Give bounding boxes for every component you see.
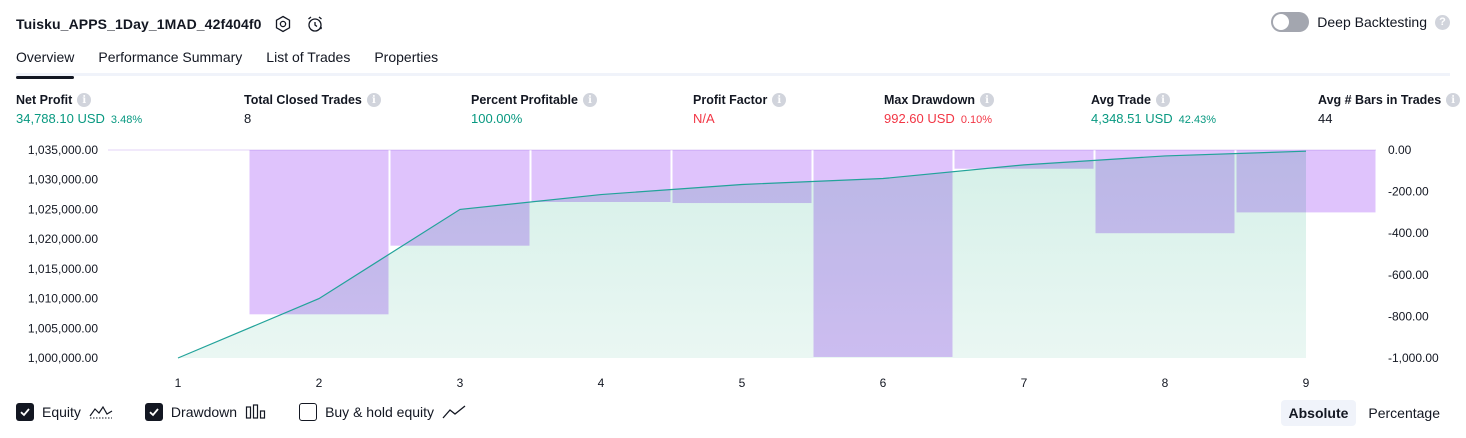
x-axis-tick-label: 9 xyxy=(1303,376,1310,390)
equity-wave-icon xyxy=(89,404,113,420)
absolute-button[interactable]: Absolute xyxy=(1280,400,1357,426)
mode-switch: Absolute Percentage xyxy=(1280,400,1449,426)
right-axis-tick-label: -200.00 xyxy=(1388,185,1429,199)
drawdown-checkbox[interactable] xyxy=(144,403,163,421)
info-icon[interactable]: i xyxy=(980,93,994,107)
info-icon[interactable]: i xyxy=(1155,93,1170,107)
settings-icon[interactable] xyxy=(272,13,294,35)
metric-sub-value: 3.48% xyxy=(110,114,143,126)
right-axis-tick-label: -800.00 xyxy=(1388,309,1429,323)
metric-label: Max Drawdown xyxy=(884,93,975,107)
deep-backtesting-toggle[interactable] xyxy=(1271,12,1310,32)
metric-avg-trade: Avg Trade i 4,348.51 USD 42.43% xyxy=(1091,93,1216,126)
metric-sub-value: 0.10% xyxy=(960,114,993,126)
legend-drawdown[interactable]: Drawdown xyxy=(144,403,267,421)
right-axis-tick-label: -1,000.00 xyxy=(1388,351,1439,365)
x-axis-tick-label: 5 xyxy=(739,376,746,390)
metric-label: Total Closed Trades xyxy=(244,93,362,107)
x-axis-tick-label: 3 xyxy=(457,376,464,390)
drawdown-bar xyxy=(672,150,812,204)
info-icon[interactable]: i xyxy=(772,93,787,107)
drawdown-bar xyxy=(954,150,1094,169)
legend-label: Drawdown xyxy=(170,404,238,420)
info-icon[interactable]: i xyxy=(366,93,381,107)
metric-profit-factor: Profit Factor i N/A xyxy=(693,93,787,126)
metric-sub-value: 42.43% xyxy=(1178,114,1216,126)
metric-value: 44 xyxy=(1318,111,1333,126)
equity-checkbox[interactable] xyxy=(16,403,34,421)
buy-hold-checkbox[interactable] xyxy=(299,403,318,421)
strategy-header: Tuisku_APPS_1Day_1MAD_42f404f0 xyxy=(16,10,326,38)
info-icon[interactable]: i xyxy=(582,93,597,107)
legend-equity[interactable]: Equity xyxy=(16,403,113,421)
alert-clock-icon[interactable] xyxy=(304,13,326,35)
metric-value: 4,348.51 USD xyxy=(1091,111,1173,126)
drawdown-bar xyxy=(249,150,389,315)
tab-properties[interactable]: Properties xyxy=(374,42,438,76)
left-axis-tick-label: 1,005,000.00 xyxy=(28,321,98,335)
tab-list-of-trades[interactable]: List of Trades xyxy=(266,42,350,76)
right-axis-tick-label: -600.00 xyxy=(1388,268,1429,282)
metric-label: Profit Factor xyxy=(693,93,768,107)
metric-max-drawdown: Max Drawdown i 992.60 USD 0.10% xyxy=(884,93,994,126)
help-icon[interactable]: ? xyxy=(1435,14,1450,30)
metric-value: 992.60 USD xyxy=(884,111,955,126)
drawdown-bar xyxy=(1095,150,1235,234)
legend-buy-hold-equity[interactable]: Buy & hold equity xyxy=(299,403,466,421)
toggle-knob xyxy=(1273,14,1290,30)
left-axis-tick-label: 1,010,000.00 xyxy=(28,292,98,306)
metrics-row: Net Profit i 34,788.10 USD 3.48% Total Clo… xyxy=(0,93,1466,133)
x-axis-tick-label: 2 xyxy=(316,376,323,390)
tab-bar: Overview Performance Summary List of Tra… xyxy=(16,42,1450,79)
x-axis-tick-label: 1 xyxy=(175,376,182,390)
metric-value: N/A xyxy=(693,111,715,126)
metric-value: 8 xyxy=(244,111,252,126)
metric-label: Percent Profitable xyxy=(471,93,578,107)
legend-label: Buy & hold equity xyxy=(325,404,435,420)
legend-label: Equity xyxy=(42,404,81,420)
left-axis-tick-label: 1,000,000.00 xyxy=(28,351,98,365)
tab-overview[interactable]: Overview xyxy=(16,42,75,79)
metric-label: Avg Trade xyxy=(1091,93,1151,107)
info-icon[interactable]: i xyxy=(77,93,92,107)
tab-performance-summary[interactable]: Performance Summary xyxy=(98,42,242,76)
chart-legend: Equity Drawdown Buy & hold equity xyxy=(16,403,498,421)
x-axis-tick-label: 4 xyxy=(598,376,605,390)
info-icon[interactable]: i xyxy=(1446,93,1461,107)
deep-backtesting: Deep Backtesting ? xyxy=(1271,12,1450,32)
left-axis-tick-label: 1,025,000.00 xyxy=(28,202,98,216)
strategy-name: Tuisku_APPS_1Day_1MAD_42f404f0 xyxy=(16,16,262,32)
metric-percent-profitable: Percent Profitable i 100.00% xyxy=(471,93,597,126)
right-axis-tick-label: 0.00 xyxy=(1388,143,1412,157)
metric-avg-bars-in-trades: Avg # Bars in Trades i 44 xyxy=(1318,93,1461,126)
x-axis-tick-label: 7 xyxy=(1021,376,1028,390)
left-axis-tick-label: 1,035,000.00 xyxy=(28,143,98,157)
metric-value: 34,788.10 USD xyxy=(16,111,105,126)
left-axis-tick-label: 1,015,000.00 xyxy=(28,262,98,276)
deep-backtesting-label: Deep Backtesting xyxy=(1317,14,1427,30)
metric-label: Avg # Bars in Trades xyxy=(1318,93,1442,107)
left-axis-tick-label: 1,020,000.00 xyxy=(28,232,98,246)
metric-value: 100.00% xyxy=(471,111,523,126)
drawdown-bars-icon xyxy=(245,404,267,420)
percentage-button[interactable]: Percentage xyxy=(1360,400,1448,426)
drawdown-bar xyxy=(1236,150,1376,213)
drawdown-bar xyxy=(390,150,530,246)
right-axis-tick-label: -400.00 xyxy=(1388,226,1429,240)
metric-label: Net Profit xyxy=(16,93,73,107)
metric-net-profit: Net Profit i 34,788.10 USD 3.48% xyxy=(16,93,142,126)
buy-hold-line-icon xyxy=(442,404,466,420)
equity-drawdown-chart: 1,035,000.00 1,030,000.00 1,025,000.00 1,02… xyxy=(28,143,1439,390)
x-axis-tick-label: 6 xyxy=(880,376,887,390)
x-axis-tick-label: 8 xyxy=(1162,376,1169,390)
left-axis-tick-label: 1,030,000.00 xyxy=(28,173,98,187)
metric-total-closed-trades: Total Closed Trades i 8 xyxy=(244,93,381,126)
